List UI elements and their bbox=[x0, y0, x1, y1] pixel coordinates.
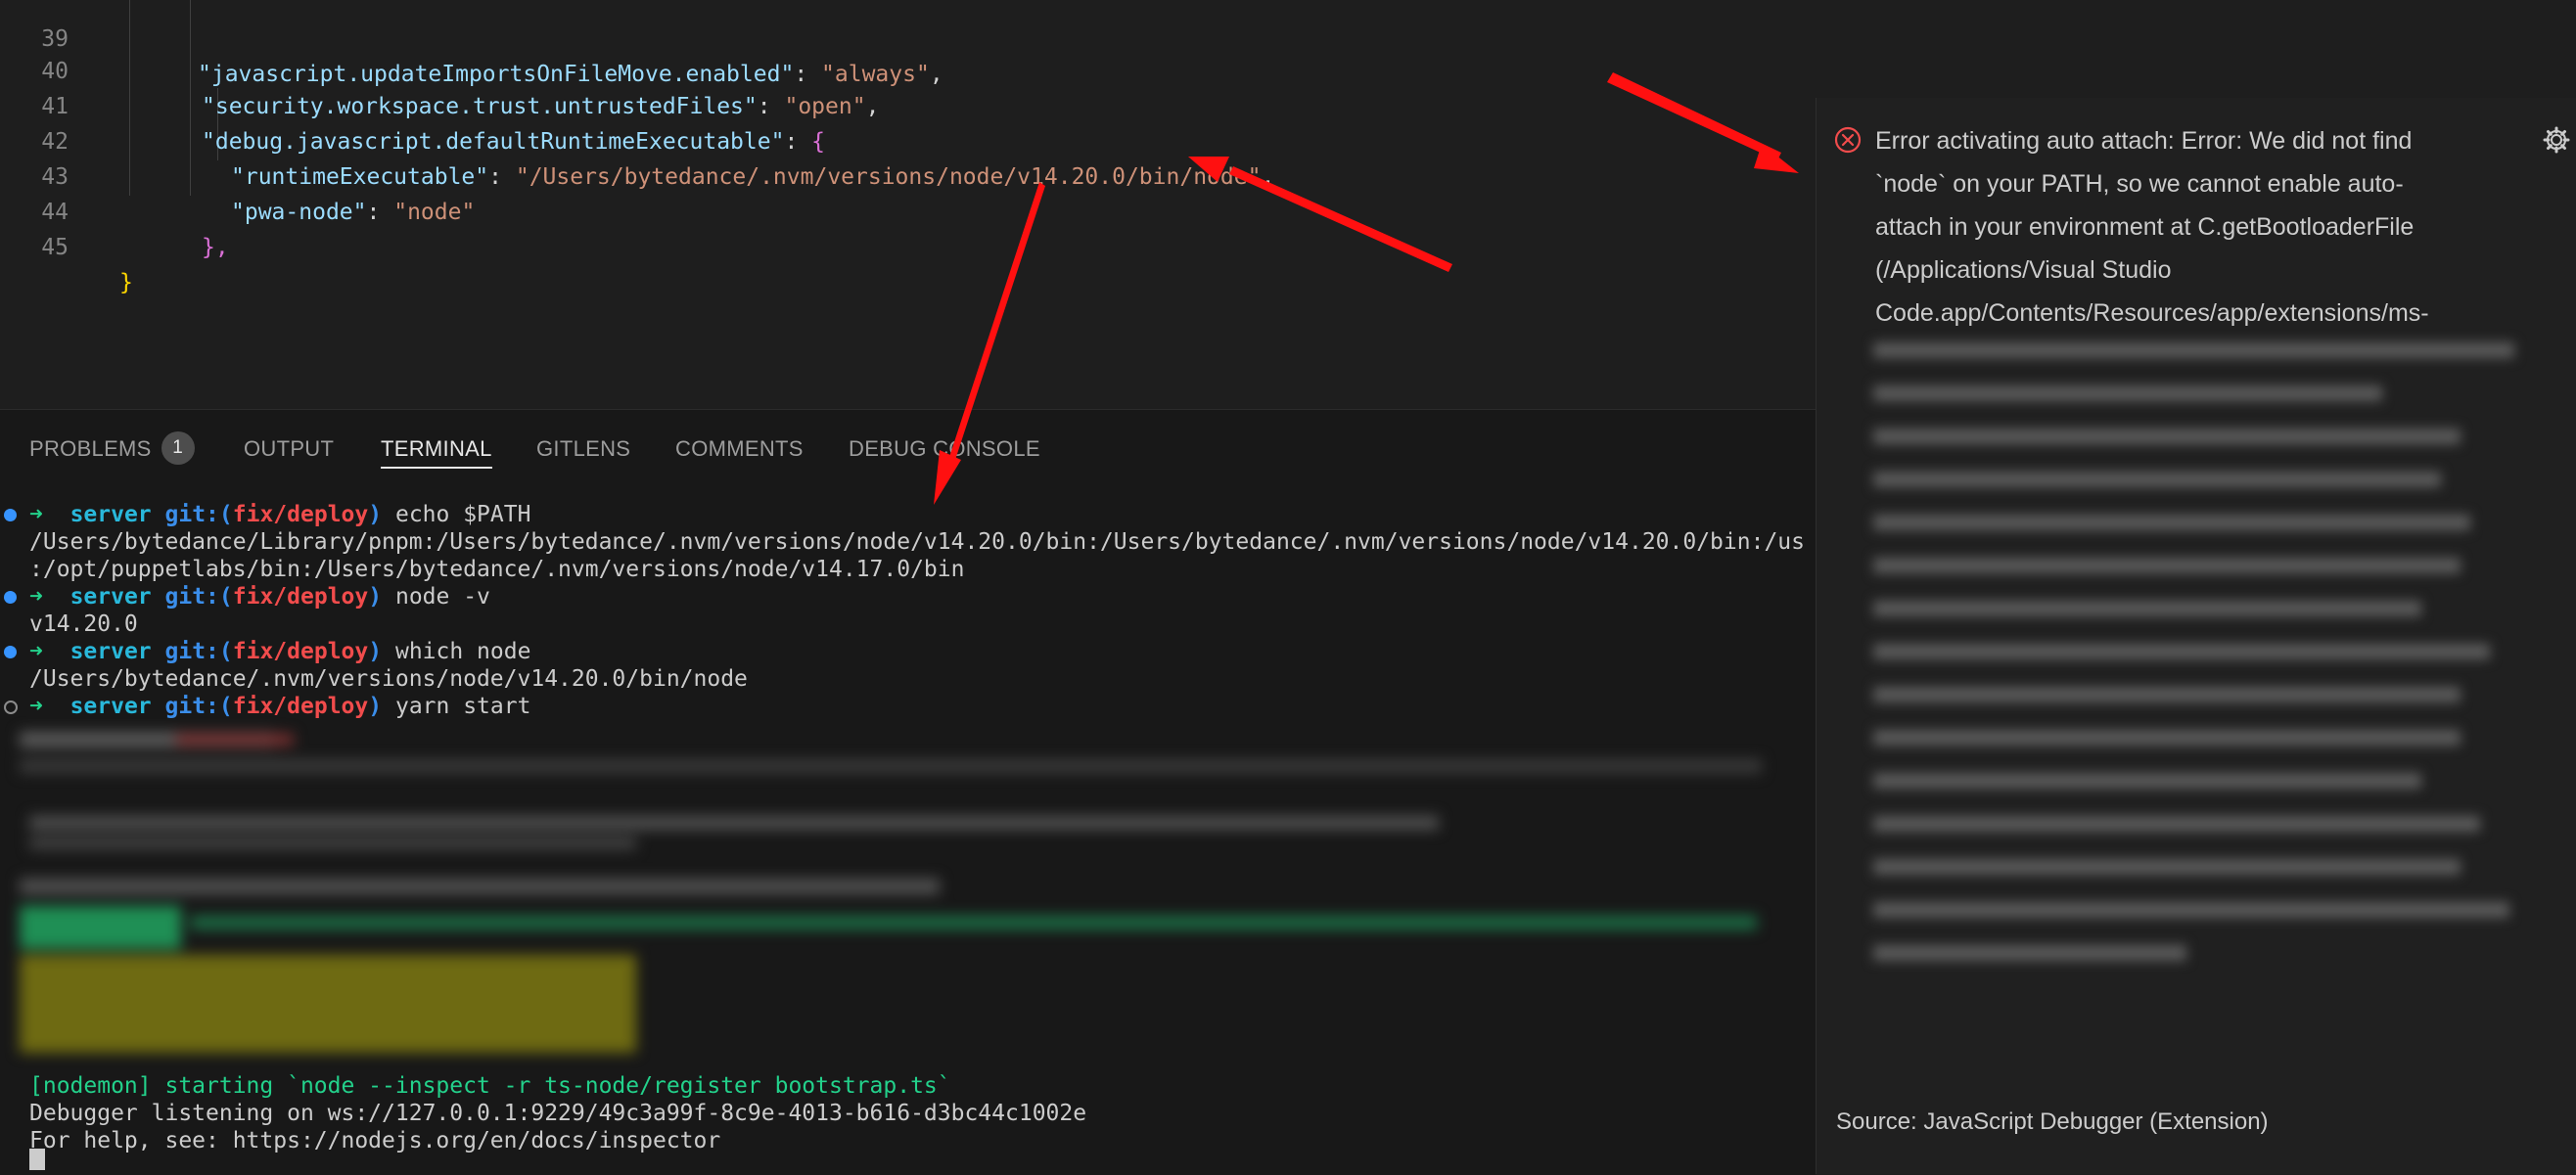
panel-tabs: PROBLEMS 1 OUTPUT TERMINAL GITLENS COMMEN… bbox=[0, 410, 1816, 480]
setting-key: pwa-node bbox=[244, 200, 353, 225]
tab-output[interactable]: OUTPUT bbox=[244, 431, 334, 467]
line-number: 45 bbox=[41, 235, 69, 260]
terminal-output: :/opt/puppetlabs/bin:/Users/bytedance/.n… bbox=[29, 557, 965, 582]
tab-comments[interactable]: COMMENTS bbox=[675, 431, 804, 467]
terminal-status-dot-icon bbox=[4, 700, 18, 714]
terminal-prompt-line: ➜ server git:(fix/deploy) echo $PATH bbox=[29, 502, 531, 527]
code-line-45: 45 } bbox=[0, 195, 133, 295]
terminal-prompt-line: ➜ server git:(fix/deploy) which node bbox=[29, 639, 531, 664]
terminal[interactable]: ➜ server git:(fix/deploy) echo $PATH /Us… bbox=[0, 479, 1816, 1174]
terminal-status-dot-icon bbox=[4, 591, 17, 604]
terminal-command: echo $PATH bbox=[394, 502, 531, 527]
setting-value: node bbox=[407, 200, 462, 225]
problems-count-badge: 1 bbox=[161, 431, 195, 466]
indent-guide bbox=[129, 0, 130, 196]
redacted-message bbox=[1873, 342, 2558, 1164]
setting-key: runtimeExecutable bbox=[244, 164, 476, 190]
message-line: Error activating auto attach: Error: We … bbox=[1875, 127, 2413, 155]
code-line-42: 42 "runtimeExecutable": "/Users/bytedanc… bbox=[0, 89, 1274, 190]
notification-message: Error activating auto attach: Error: We … bbox=[1875, 119, 2511, 335]
error-notification[interactable]: Error activating auto attach: Error: We … bbox=[1816, 98, 2576, 1174]
terminal-status-dot-icon bbox=[4, 509, 17, 521]
tab-gitlens[interactable]: GITLENS bbox=[536, 431, 630, 467]
indent-guide bbox=[190, 0, 191, 196]
open-brace: { bbox=[811, 129, 826, 155]
tab-label: PROBLEMS bbox=[29, 436, 152, 461]
setting-value: always bbox=[834, 62, 916, 87]
code-editor[interactable]: 39 "javascript.updateImportsOnFileMove.e… bbox=[0, 0, 1816, 409]
close-brace: }, bbox=[202, 235, 229, 260]
message-line: `node` on your PATH, so we cannot enable… bbox=[1875, 170, 2404, 198]
code-line-41: 41 "debug.javascript.defaultRuntimeExecu… bbox=[0, 54, 825, 155]
setting-key: security.workspace.trust.untrustedFiles bbox=[214, 94, 744, 119]
message-line: Code.app/Contents/Resources/app/extensio… bbox=[1875, 299, 2429, 327]
terminal-cursor bbox=[29, 1149, 45, 1170]
code-line-40: 40 "security.workspace.trust.untrustedFi… bbox=[0, 19, 879, 119]
code-line-43: 43 "pwa-node": "node" bbox=[0, 124, 475, 225]
terminal-prompt-line: ➜ server git:(fix/deploy) node -v bbox=[29, 584, 490, 610]
message-line: (/Applications/Visual Studio bbox=[1875, 256, 2172, 284]
notification-source: Source: JavaScript Debugger (Extension) bbox=[1836, 1108, 2269, 1135]
error-circle-icon bbox=[1834, 126, 1862, 154]
gear-icon[interactable] bbox=[2542, 125, 2571, 155]
setting-value: /Users/bytedance/.nvm/versions/node/v14.… bbox=[529, 164, 1248, 190]
terminal-prompt-line: ➜ server git:(fix/deploy) yarn start bbox=[29, 694, 531, 719]
terminal-output: /Users/bytedance/.nvm/versions/node/v14.… bbox=[29, 666, 748, 692]
terminal-status-dot-icon bbox=[4, 646, 17, 658]
nodemon-log: [nodemon] starting `node --inspect -r ts… bbox=[29, 1073, 951, 1099]
debugger-log: Debugger listening on ws://127.0.0.1:922… bbox=[29, 1101, 1087, 1126]
terminal-command: yarn start bbox=[394, 694, 531, 719]
tab-debug-console[interactable]: DEBUG CONSOLE bbox=[849, 431, 1040, 467]
terminal-command: node -v bbox=[394, 584, 490, 610]
terminal-command: which node bbox=[394, 639, 531, 664]
setting-key: javascript.updateImportsOnFileMove.enabl… bbox=[210, 62, 781, 87]
code-line-44: 44 }, bbox=[0, 159, 228, 260]
terminal-output: /Users/bytedance/Library/pnpm:/Users/byt… bbox=[29, 529, 1805, 555]
redacted-terminal-output bbox=[20, 724, 1801, 1066]
setting-key: debug.javascript.defaultRuntimeExecutabl… bbox=[214, 129, 771, 155]
close-brace: } bbox=[119, 270, 133, 295]
tab-terminal[interactable]: TERMINAL bbox=[381, 431, 492, 469]
setting-value: open bbox=[798, 94, 852, 119]
help-log: For help, see: https://nodejs.org/en/doc… bbox=[29, 1128, 721, 1153]
terminal-output: v14.20.0 bbox=[29, 611, 138, 637]
tab-problems[interactable]: PROBLEMS 1 bbox=[29, 431, 195, 467]
message-line: attach in your environment at C.getBootl… bbox=[1875, 213, 2415, 241]
